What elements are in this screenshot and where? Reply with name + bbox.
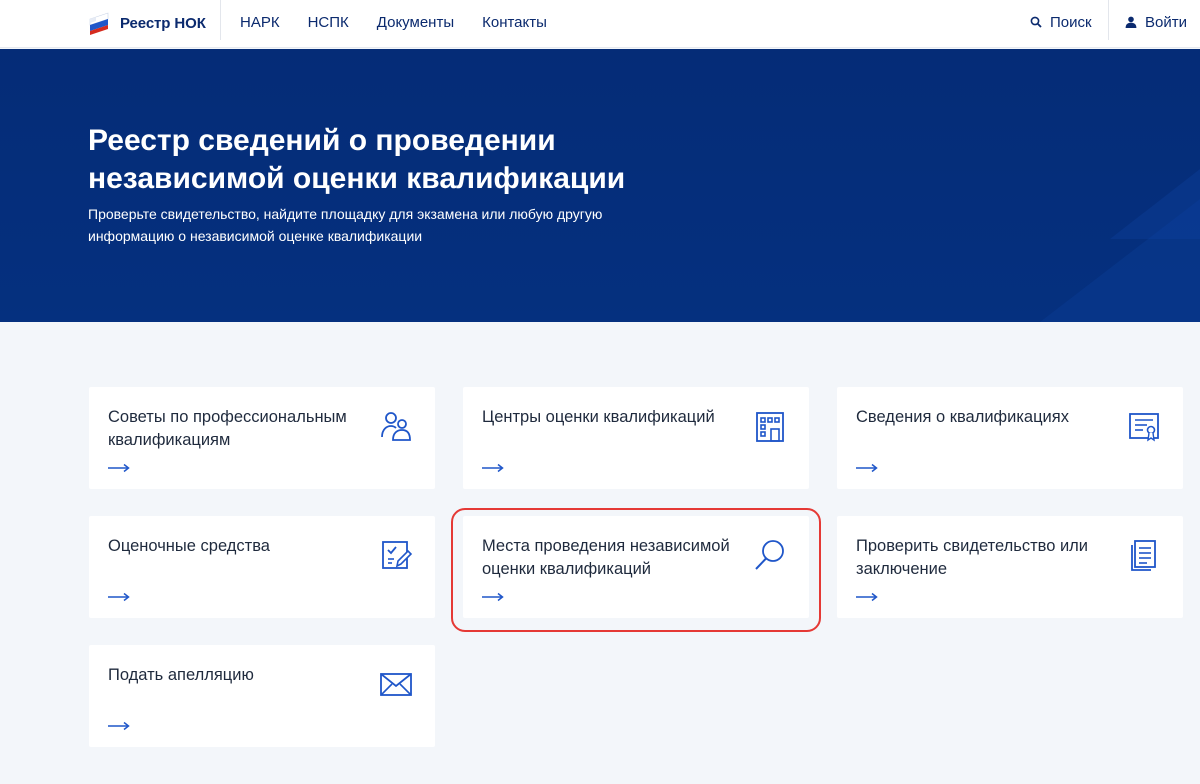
login-label: Войти — [1145, 13, 1187, 31]
arrow-right-icon — [108, 592, 130, 602]
card-assessment-tools[interactable]: Оценочные средства — [89, 516, 435, 618]
highlight-outline — [451, 508, 821, 632]
user-icon — [1125, 16, 1137, 28]
nav-link-nark[interactable]: НАРК — [240, 14, 280, 31]
header-divider — [1108, 0, 1109, 40]
header-divider — [220, 0, 221, 40]
card-label: Центры оценки квалификаций — [482, 408, 715, 426]
login-button[interactable]: Войти — [1125, 0, 1187, 44]
card-label: Проверить свидетельство или заключение — [856, 537, 1089, 578]
building-icon — [756, 412, 784, 442]
arrow-right-icon — [108, 463, 130, 473]
card-label: Советы по профессиональным квалификациям — [108, 408, 347, 449]
nav-link-contacts[interactable]: Контакты — [482, 14, 547, 31]
arrow-right-icon — [482, 463, 504, 473]
search-button[interactable]: Поиск — [1030, 0, 1092, 44]
page-subtitle: Проверьте свидетельство, найдите площадк… — [88, 206, 603, 244]
nav-link-nspk[interactable]: НСПК — [308, 14, 349, 31]
logo-link[interactable]: Реестр НОК — [88, 10, 206, 36]
main-nav: НАРК НСПК Документы Контакты — [240, 0, 575, 44]
arrow-right-icon — [856, 463, 878, 473]
card-label: Сведения о квалификациях — [856, 408, 1069, 426]
arrow-right-icon — [108, 721, 130, 731]
card-verify-certificate[interactable]: Проверить свидетельство или заключение — [837, 516, 1183, 618]
card-file-appeal[interactable]: Подать апелляцию — [89, 645, 435, 747]
card-qualification-info[interactable]: Сведения о квалификациях — [837, 387, 1183, 489]
card-label: Оценочные средства — [108, 537, 270, 555]
arrow-right-icon — [856, 592, 878, 602]
top-header: Реестр НОК НАРК НСПК Документы Контакты … — [0, 0, 1200, 48]
checklist-edit-icon — [382, 541, 413, 569]
logo-text: Реестр НОК — [120, 14, 206, 32]
envelope-icon — [380, 673, 412, 696]
card-label: Подать апелляцию — [108, 666, 254, 684]
card-assessment-centers[interactable]: Центры оценки квалификаций — [463, 387, 809, 489]
people-icon — [381, 412, 411, 441]
search-icon — [1030, 16, 1042, 28]
nav-link-documents[interactable]: Документы — [377, 14, 454, 31]
search-label: Поиск — [1050, 13, 1092, 31]
documents-icon — [1131, 540, 1156, 571]
page-title: Реестр сведений о проведении независимой… — [88, 124, 626, 195]
certificate-icon — [1129, 413, 1159, 442]
russian-flag-icon — [89, 12, 109, 35]
hero-banner: Реестр сведений о проведении независимой… — [0, 49, 1200, 322]
card-professional-councils[interactable]: Советы по профессиональным квалификациям — [89, 387, 435, 489]
